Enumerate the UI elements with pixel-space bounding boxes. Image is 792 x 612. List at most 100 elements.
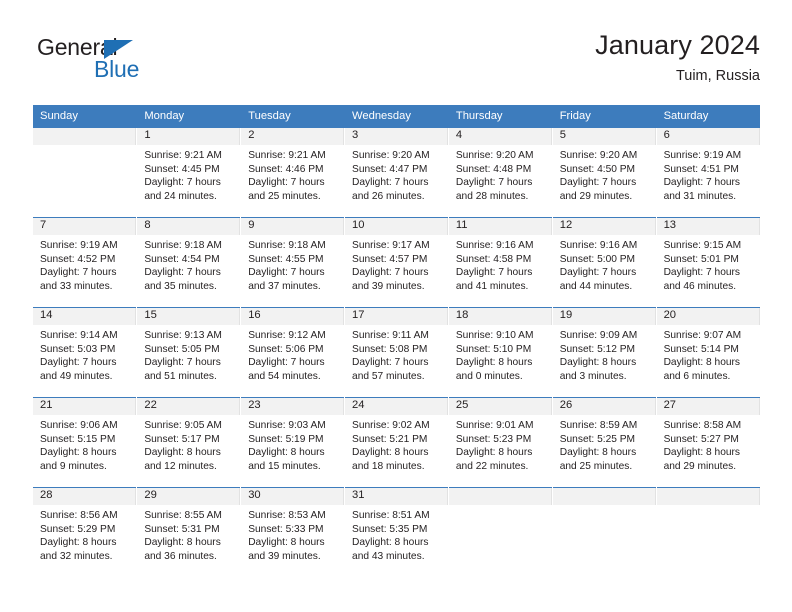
day-number: 31 (345, 488, 448, 505)
day-number: 12 (552, 218, 656, 235)
weekday-header-saturday: Saturday (656, 105, 760, 128)
day-number: 7 (33, 218, 137, 235)
calendar-day-cell[interactable]: 27 Sunrise: 8:58 AM Sunset: 5:27 PM Dayli… (656, 397, 760, 488)
calendar-day-cell[interactable]: 8 Sunrise: 9:18 AM Sunset: 4:54 PM Daylig… (136, 217, 242, 308)
calendar-day-cell[interactable]: 26 Sunrise: 8:59 AM Sunset: 5:25 PM Dayli… (552, 397, 657, 488)
calendar-day-cell[interactable]: 29 Sunrise: 8:55 AM Sunset: 5:31 PM Dayli… (136, 487, 242, 578)
day-number: 22 (137, 398, 241, 415)
day-sun-details: Sunrise: 9:19 AM Sunset: 4:52 PM Dayligh… (40, 240, 118, 292)
calendar-empty-cell (448, 487, 553, 578)
day-sun-details: Sunrise: 9:14 AM Sunset: 5:03 PM Dayligh… (40, 330, 118, 382)
day-sun-details: Sunrise: 9:03 AM Sunset: 5:19 PM Dayligh… (248, 420, 326, 472)
day-number: 26 (552, 398, 656, 415)
weekday-header-wednesday: Wednesday (344, 105, 449, 128)
day-number: 6 (656, 128, 760, 145)
day-sun-details (33, 145, 136, 149)
day-number: 27 (656, 398, 760, 415)
day-sun-details: Sunrise: 9:07 AM Sunset: 5:14 PM Dayligh… (663, 330, 742, 382)
calendar-day-cell[interactable]: 10 Sunrise: 9:17 AM Sunset: 4:57 PM Dayli… (344, 217, 449, 308)
weekday-header-sunday: Sunday (33, 105, 138, 128)
day-sun-details (657, 505, 760, 509)
day-sun-details: Sunrise: 9:21 AM Sunset: 4:45 PM Dayligh… (144, 150, 222, 202)
calendar-day-cell[interactable]: 21 Sunrise: 9:06 AM Sunset: 5:15 PM Dayli… (33, 397, 138, 488)
day-number: 28 (33, 488, 137, 505)
calendar-empty-cell (33, 127, 138, 218)
calendar-day-cell[interactable]: 4 Sunrise: 9:20 AM Sunset: 4:48 PM Daylig… (448, 127, 553, 218)
page-header: General Blue January 2024 Tuim, Russia (33, 28, 760, 94)
calendar-day-cell[interactable]: 13 Sunrise: 9:15 AM Sunset: 5:01 PM Dayli… (656, 217, 760, 308)
calendar-day-cell[interactable]: 11 Sunrise: 9:16 AM Sunset: 4:58 PM Dayli… (448, 217, 553, 308)
day-sun-details: Sunrise: 9:02 AM Sunset: 5:21 PM Dayligh… (352, 420, 430, 472)
calendar-empty-cell (552, 487, 657, 578)
day-sun-details: Sunrise: 9:09 AM Sunset: 5:12 PM Dayligh… (559, 330, 638, 382)
day-sun-details: Sunrise: 9:20 AM Sunset: 4:50 PM Dayligh… (559, 150, 638, 202)
calendar-day-cell[interactable]: 3 Sunrise: 9:20 AM Sunset: 4:47 PM Daylig… (344, 127, 449, 218)
calendar-day-cell[interactable]: 12 Sunrise: 9:16 AM Sunset: 5:00 PM Dayli… (552, 217, 657, 308)
calendar-week-row: 1 Sunrise: 9:21 AM Sunset: 4:45 PM Daylig… (33, 127, 760, 218)
calendar-day-cell[interactable]: 24 Sunrise: 9:02 AM Sunset: 5:21 PM Dayli… (344, 397, 449, 488)
calendar-header-row: Sunday Monday Tuesday Wednesday Thursday Frid… (33, 105, 760, 128)
day-number (33, 128, 137, 145)
day-sun-details: Sunrise: 8:55 AM Sunset: 5:31 PM Dayligh… (144, 510, 222, 562)
day-sun-details: Sunrise: 9:05 AM Sunset: 5:17 PM Dayligh… (144, 420, 222, 472)
day-sun-details: Sunrise: 9:12 AM Sunset: 5:06 PM Dayligh… (248, 330, 326, 382)
day-sun-details: Sunrise: 8:58 AM Sunset: 5:27 PM Dayligh… (663, 420, 742, 472)
day-number: 21 (33, 398, 137, 415)
day-sun-details: Sunrise: 9:11 AM Sunset: 5:08 PM Dayligh… (352, 330, 429, 382)
weekday-header-thursday: Thursday (448, 105, 553, 128)
day-number: 1 (137, 128, 241, 145)
calendar-day-cell[interactable]: 23 Sunrise: 9:03 AM Sunset: 5:19 PM Dayli… (240, 397, 346, 488)
day-sun-details: Sunrise: 9:06 AM Sunset: 5:15 PM Dayligh… (40, 420, 118, 472)
day-sun-details: Sunrise: 9:20 AM Sunset: 4:48 PM Dayligh… (455, 150, 534, 202)
day-number: 9 (241, 218, 345, 235)
day-number: 30 (241, 488, 345, 505)
day-sun-details: Sunrise: 8:51 AM Sunset: 5:35 PM Dayligh… (352, 510, 430, 562)
logo-text-blue: Blue (94, 56, 140, 82)
day-sun-details: Sunrise: 9:01 AM Sunset: 5:23 PM Dayligh… (455, 420, 534, 472)
day-sun-details: Sunrise: 9:16 AM Sunset: 4:58 PM Dayligh… (455, 240, 534, 292)
day-number: 24 (345, 398, 448, 415)
day-sun-details: Sunrise: 8:59 AM Sunset: 5:25 PM Dayligh… (559, 420, 638, 472)
day-number: 17 (345, 308, 448, 325)
calendar-day-cell[interactable]: 2 Sunrise: 9:21 AM Sunset: 4:46 PM Daylig… (240, 127, 346, 218)
calendar-day-cell[interactable]: 15 Sunrise: 9:13 AM Sunset: 5:05 PM Dayli… (136, 307, 242, 398)
day-sun-details: Sunrise: 9:20 AM Sunset: 4:47 PM Dayligh… (352, 150, 430, 202)
calendar-week-row: 28 Sunrise: 8:56 AM Sunset: 5:29 PM Dayli… (33, 487, 760, 578)
page-title: January 2024 (595, 30, 760, 60)
calendar-page: General Blue January 2024 Tuim, Russia S… (0, 0, 792, 612)
calendar-day-cell[interactable]: 14 Sunrise: 9:14 AM Sunset: 5:03 PM Dayli… (33, 307, 138, 398)
day-sun-details: Sunrise: 8:53 AM Sunset: 5:33 PM Dayligh… (248, 510, 326, 562)
calendar-body: 1 Sunrise: 9:21 AM Sunset: 4:45 PM Daylig… (33, 127, 760, 578)
day-sun-details: Sunrise: 9:19 AM Sunset: 4:51 PM Dayligh… (663, 150, 742, 202)
calendar-day-cell[interactable]: 7 Sunrise: 9:19 AM Sunset: 4:52 PM Daylig… (33, 217, 138, 308)
calendar-day-cell[interactable]: 22 Sunrise: 9:05 AM Sunset: 5:17 PM Dayli… (136, 397, 242, 488)
day-sun-details: Sunrise: 9:18 AM Sunset: 4:54 PM Dayligh… (144, 240, 222, 292)
day-sun-details (553, 505, 656, 509)
weekday-header-tuesday: Tuesday (240, 105, 346, 128)
calendar-day-cell[interactable]: 30 Sunrise: 8:53 AM Sunset: 5:33 PM Dayli… (240, 487, 346, 578)
calendar-day-cell[interactable]: 31 Sunrise: 8:51 AM Sunset: 5:35 PM Dayli… (344, 487, 449, 578)
day-sun-details: Sunrise: 9:18 AM Sunset: 4:55 PM Dayligh… (248, 240, 326, 292)
calendar-day-cell[interactable]: 1 Sunrise: 9:21 AM Sunset: 4:45 PM Daylig… (136, 127, 242, 218)
calendar-day-cell[interactable]: 25 Sunrise: 9:01 AM Sunset: 5:23 PM Dayli… (448, 397, 553, 488)
day-number: 25 (448, 398, 552, 415)
calendar-day-cell[interactable]: 20 Sunrise: 9:07 AM Sunset: 5:14 PM Dayli… (656, 307, 760, 398)
calendar-day-cell[interactable]: 28 Sunrise: 8:56 AM Sunset: 5:29 PM Dayli… (33, 487, 138, 578)
day-number: 3 (345, 128, 448, 145)
day-number: 14 (33, 308, 137, 325)
calendar-day-cell[interactable]: 6 Sunrise: 9:19 AM Sunset: 4:51 PM Daylig… (656, 127, 760, 218)
calendar-day-cell[interactable]: 18 Sunrise: 9:10 AM Sunset: 5:10 PM Dayli… (448, 307, 553, 398)
calendar-day-cell[interactable]: 19 Sunrise: 9:09 AM Sunset: 5:12 PM Dayli… (552, 307, 657, 398)
month-calendar-table: Sunday Monday Tuesday Wednesday Thursday Frid… (33, 105, 760, 578)
general-blue-logo: General Blue (37, 34, 207, 90)
day-number (656, 488, 760, 505)
calendar-day-cell[interactable]: 17 Sunrise: 9:11 AM Sunset: 5:08 PM Dayli… (344, 307, 449, 398)
calendar-day-cell[interactable]: 9 Sunrise: 9:18 AM Sunset: 4:55 PM Daylig… (240, 217, 346, 308)
calendar-day-cell[interactable]: 5 Sunrise: 9:20 AM Sunset: 4:50 PM Daylig… (552, 127, 657, 218)
calendar-day-cell[interactable]: 16 Sunrise: 9:12 AM Sunset: 5:06 PM Dayli… (240, 307, 346, 398)
day-number: 4 (448, 128, 552, 145)
day-number (552, 488, 656, 505)
day-sun-details (449, 505, 552, 509)
location-subtitle: Tuim, Russia (675, 68, 760, 84)
day-sun-details: Sunrise: 9:17 AM Sunset: 4:57 PM Dayligh… (352, 240, 430, 292)
